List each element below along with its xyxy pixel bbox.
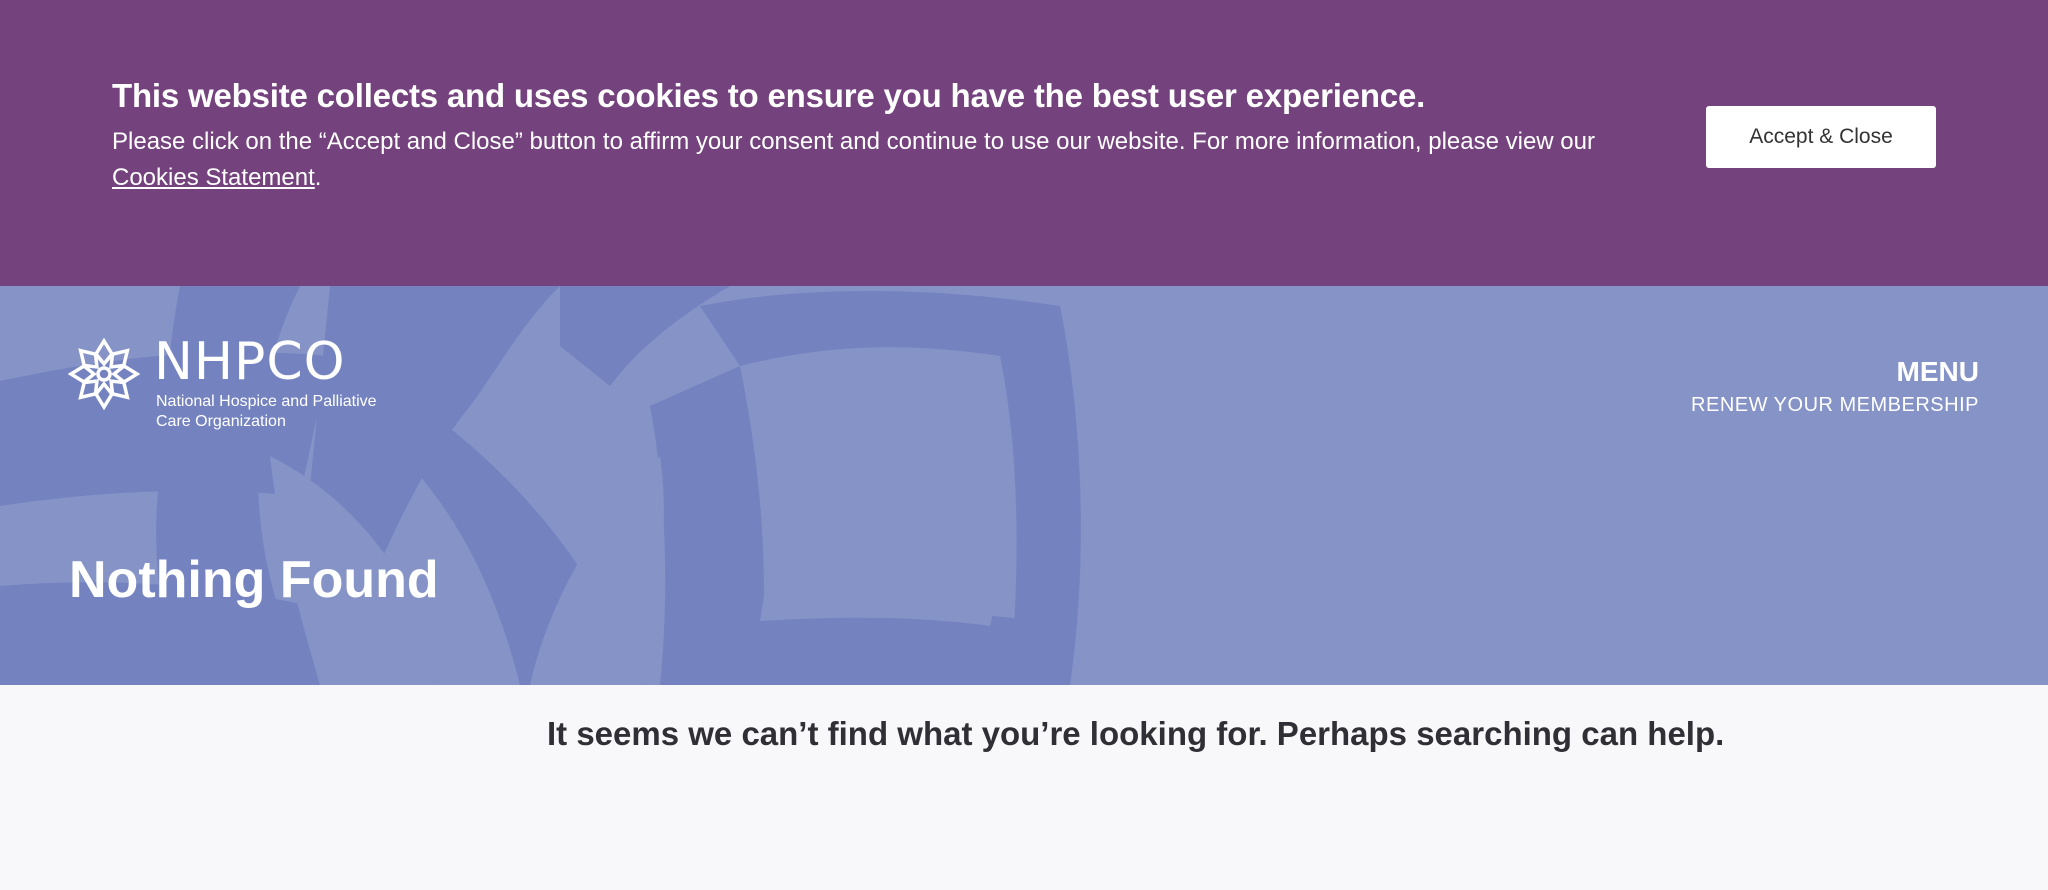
cookie-banner-title: This website collects and uses cookies t… — [112, 77, 1426, 114]
page-header: NHPCO National Hospice and Palliative Ca… — [0, 286, 2048, 685]
logo-subtitle: National Hospice and Palliative Care Org… — [156, 392, 377, 432]
accept-close-button[interactable]: Accept & Close — [1706, 106, 1936, 168]
cookie-text-lead: Please click on the “Accept and Close” b… — [112, 128, 1595, 155]
menu-button[interactable]: MENU — [1897, 356, 1979, 388]
main-content: It seems we can’t find what you’re looki… — [0, 685, 2048, 890]
cookies-statement-link[interactable]: Cookies Statement — [112, 164, 315, 191]
cookie-banner-text: Please click on the “Accept and Close” b… — [112, 124, 1672, 196]
nhpco-logo[interactable]: NHPCO National Hospice and Palliative Ca… — [68, 332, 428, 438]
renew-membership-link[interactable]: RENEW YOUR MEMBERSHIP — [1691, 394, 1979, 417]
logo-subtitle-line2: Care Organization — [156, 413, 286, 430]
not-found-message: It seems we can’t find what you’re looki… — [547, 715, 1725, 752]
cookie-banner: This website collects and uses cookies t… — [0, 0, 2048, 286]
page-title: Nothing Found — [69, 551, 439, 609]
cookie-text-end: . — [314, 164, 322, 191]
logo-wordmark: NHPCO — [154, 332, 346, 392]
flower-icon — [68, 338, 140, 410]
logo-subtitle-line1: National Hospice and Palliative — [156, 393, 377, 410]
